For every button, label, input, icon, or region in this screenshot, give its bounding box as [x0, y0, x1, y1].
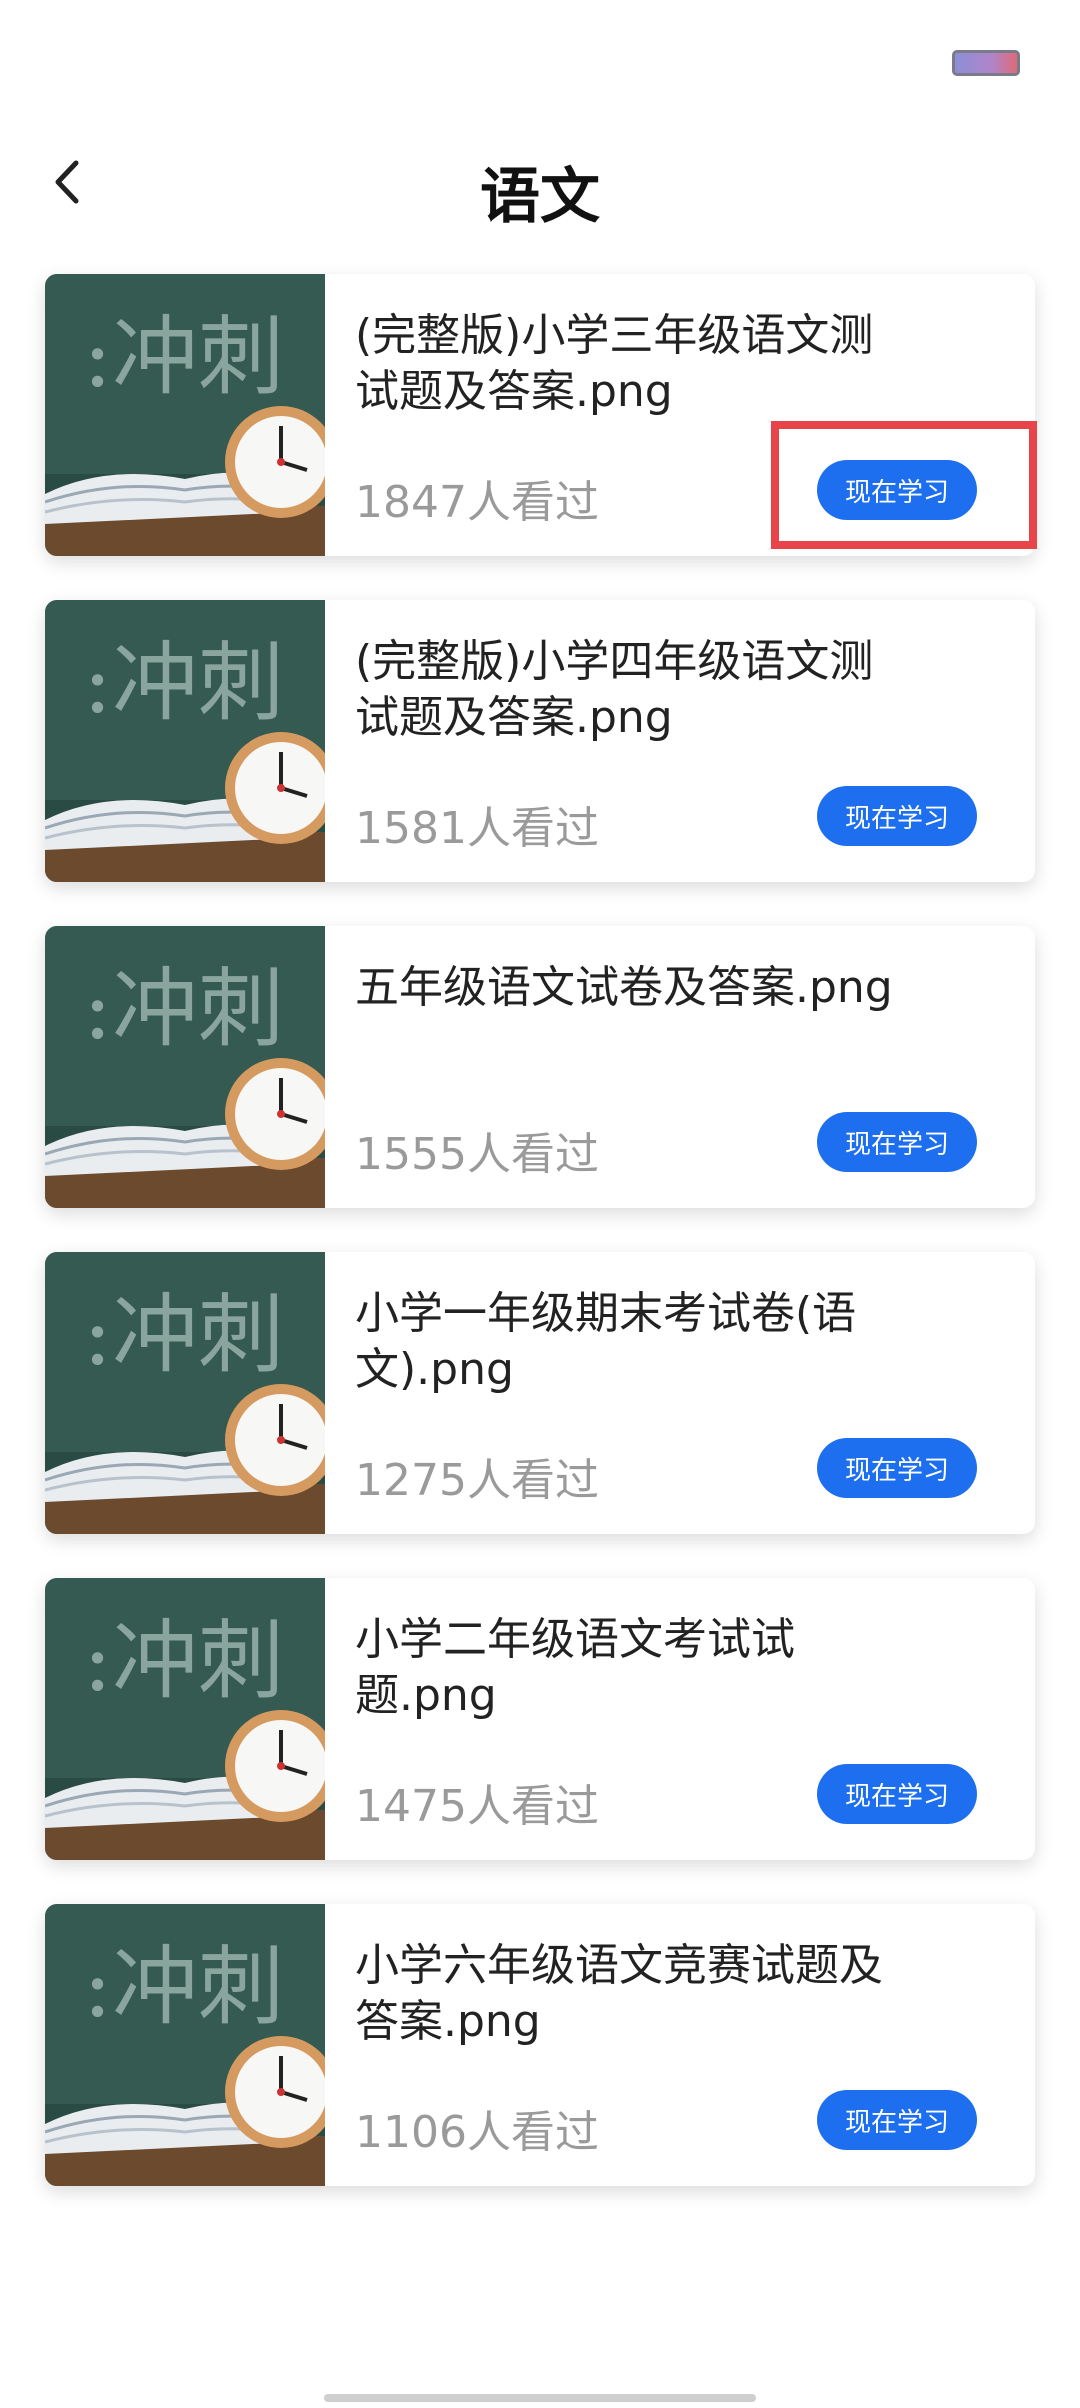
list-item[interactable]: :冲刺 小学一年级期末考试卷(语文).png 1275人看过 现在学习: [45, 1252, 1035, 1534]
study-now-button[interactable]: 现在学习: [817, 1438, 977, 1498]
list-item[interactable]: :冲刺 五年级语文试卷及答案.png 1555人看过 现在学习: [45, 926, 1035, 1208]
item-title: (完整版)小学三年级语文测试题及答案.png: [355, 310, 874, 417]
svg-text::冲刺: :冲刺: [83, 959, 284, 1059]
list-item[interactable]: :冲刺 小学六年级语文竞赛试题及答案.png 1106人看过 现在学习: [45, 1904, 1035, 2186]
view-count: 1475人看过: [355, 1781, 599, 1832]
document-list: :冲刺 (完整版)小学三年级语文测试题及答案.png 1847人看过 现在学习 …: [45, 274, 1035, 2230]
study-now-button[interactable]: 现在学习: [817, 2090, 977, 2150]
item-title: 小学二年级语文考试试题.png: [355, 1614, 795, 1721]
highlight-box: [771, 421, 1037, 549]
battery-icon: [952, 50, 1020, 76]
list-item[interactable]: :冲刺 小学二年级语文考试试题.png 1475人看过 现在学习: [45, 1578, 1035, 1860]
view-count: 1581人看过: [355, 803, 599, 854]
svg-text::冲刺: :冲刺: [83, 1611, 284, 1711]
view-count: 1106人看过: [355, 2107, 599, 2158]
thumbnail-image: :冲刺: [45, 274, 325, 556]
svg-text::冲刺: :冲刺: [83, 1937, 284, 2037]
svg-text::冲刺: :冲刺: [83, 307, 284, 407]
study-now-button[interactable]: 现在学习: [817, 1764, 977, 1824]
thumbnail-image: :冲刺: [45, 1904, 325, 2186]
svg-text::冲刺: :冲刺: [83, 633, 284, 733]
item-title: 五年级语文试卷及答案.png: [355, 962, 893, 1013]
item-title: 小学一年级期末考试卷(语文).png: [355, 1288, 857, 1395]
thumbnail-image: :冲刺: [45, 600, 325, 882]
thumbnail-image: :冲刺: [45, 1252, 325, 1534]
item-title: (完整版)小学四年级语文测试题及答案.png: [355, 636, 874, 743]
view-count: 1275人看过: [355, 1455, 599, 1506]
svg-text::冲刺: :冲刺: [83, 1285, 284, 1385]
view-count: 1555人看过: [355, 1129, 599, 1180]
view-count: 1847人看过: [355, 477, 599, 528]
study-now-button[interactable]: 现在学习: [817, 786, 977, 846]
item-title: 小学六年级语文竞赛试题及答案.png: [355, 1940, 883, 2047]
header: 语文: [0, 130, 1080, 250]
thumbnail-image: :冲刺: [45, 926, 325, 1208]
thumbnail-image: :冲刺: [45, 1578, 325, 1860]
study-now-button[interactable]: 现在学习: [817, 1112, 977, 1172]
list-item[interactable]: :冲刺 (完整版)小学四年级语文测试题及答案.png 1581人看过 现在学习: [45, 600, 1035, 882]
page-title: 语文: [480, 162, 600, 232]
home-indicator[interactable]: [324, 2394, 756, 2402]
